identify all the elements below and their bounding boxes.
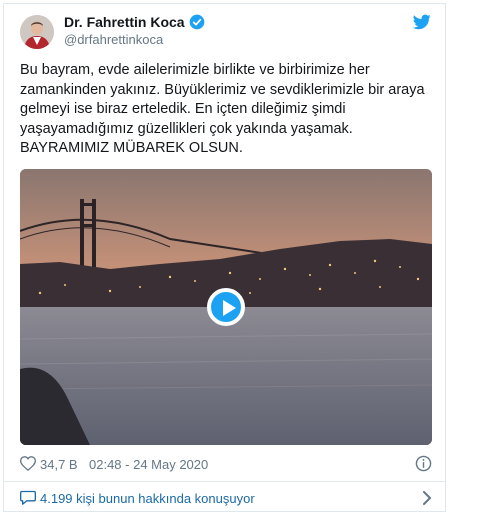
tweet-timestamp[interactable]: 02:48 - 24 May 2020 [89, 457, 208, 472]
divider [4, 481, 445, 482]
author-handle[interactable]: @drfahrettinkoca [64, 32, 163, 47]
chevron-right-icon [423, 491, 431, 505]
conversation-label: 4.199 kişi bunun hakkında konuşuyor [40, 491, 255, 506]
tweet-text-line: yaşayamadığımız güzellikleri çok yakında… [20, 120, 353, 137]
profile-photo-icon [20, 15, 54, 49]
author-name[interactable]: Dr. Fahrettin Koca [64, 14, 185, 30]
twitter-bird-icon[interactable] [413, 14, 431, 30]
tweet-text-line: zamankinden yakınız. Büyüklerimiz ve sev… [20, 81, 425, 98]
conversation-link[interactable]: 4.199 kişi bunun hakkında konuşuyor [20, 488, 432, 508]
play-icon [223, 300, 236, 316]
tweet-text-line: gelmeyi ise biraz erteledik. En içten di… [20, 101, 346, 117]
info-icon[interactable] [415, 455, 432, 472]
tweet-card: Dr. Fahrettin Koca @drfahrettinkoca Bu b… [3, 3, 446, 512]
play-button[interactable] [207, 288, 245, 326]
tweet-text-line: Bu bayram, evde ailelerimizle birlikte v… [20, 62, 370, 78]
speech-bubble-icon [20, 490, 36, 505]
heart-icon[interactable] [20, 456, 36, 471]
like-count[interactable]: 34,7 B [40, 457, 78, 472]
verified-badge-icon [189, 14, 205, 30]
tweet-text-line: BAYRAMIMIZ MÜBAREK OLSUN. [20, 140, 243, 156]
author-avatar[interactable] [20, 15, 54, 49]
tweet-text: Bu bayram, evde ailelerimizle birlikte v… [20, 61, 440, 159]
video-player[interactable] [20, 169, 432, 445]
tweet-meta: 34,7 B 02:48 - 24 May 2020 [20, 454, 432, 474]
tweet-header: Dr. Fahrettin Koca @drfahrettinkoca [4, 4, 445, 56]
